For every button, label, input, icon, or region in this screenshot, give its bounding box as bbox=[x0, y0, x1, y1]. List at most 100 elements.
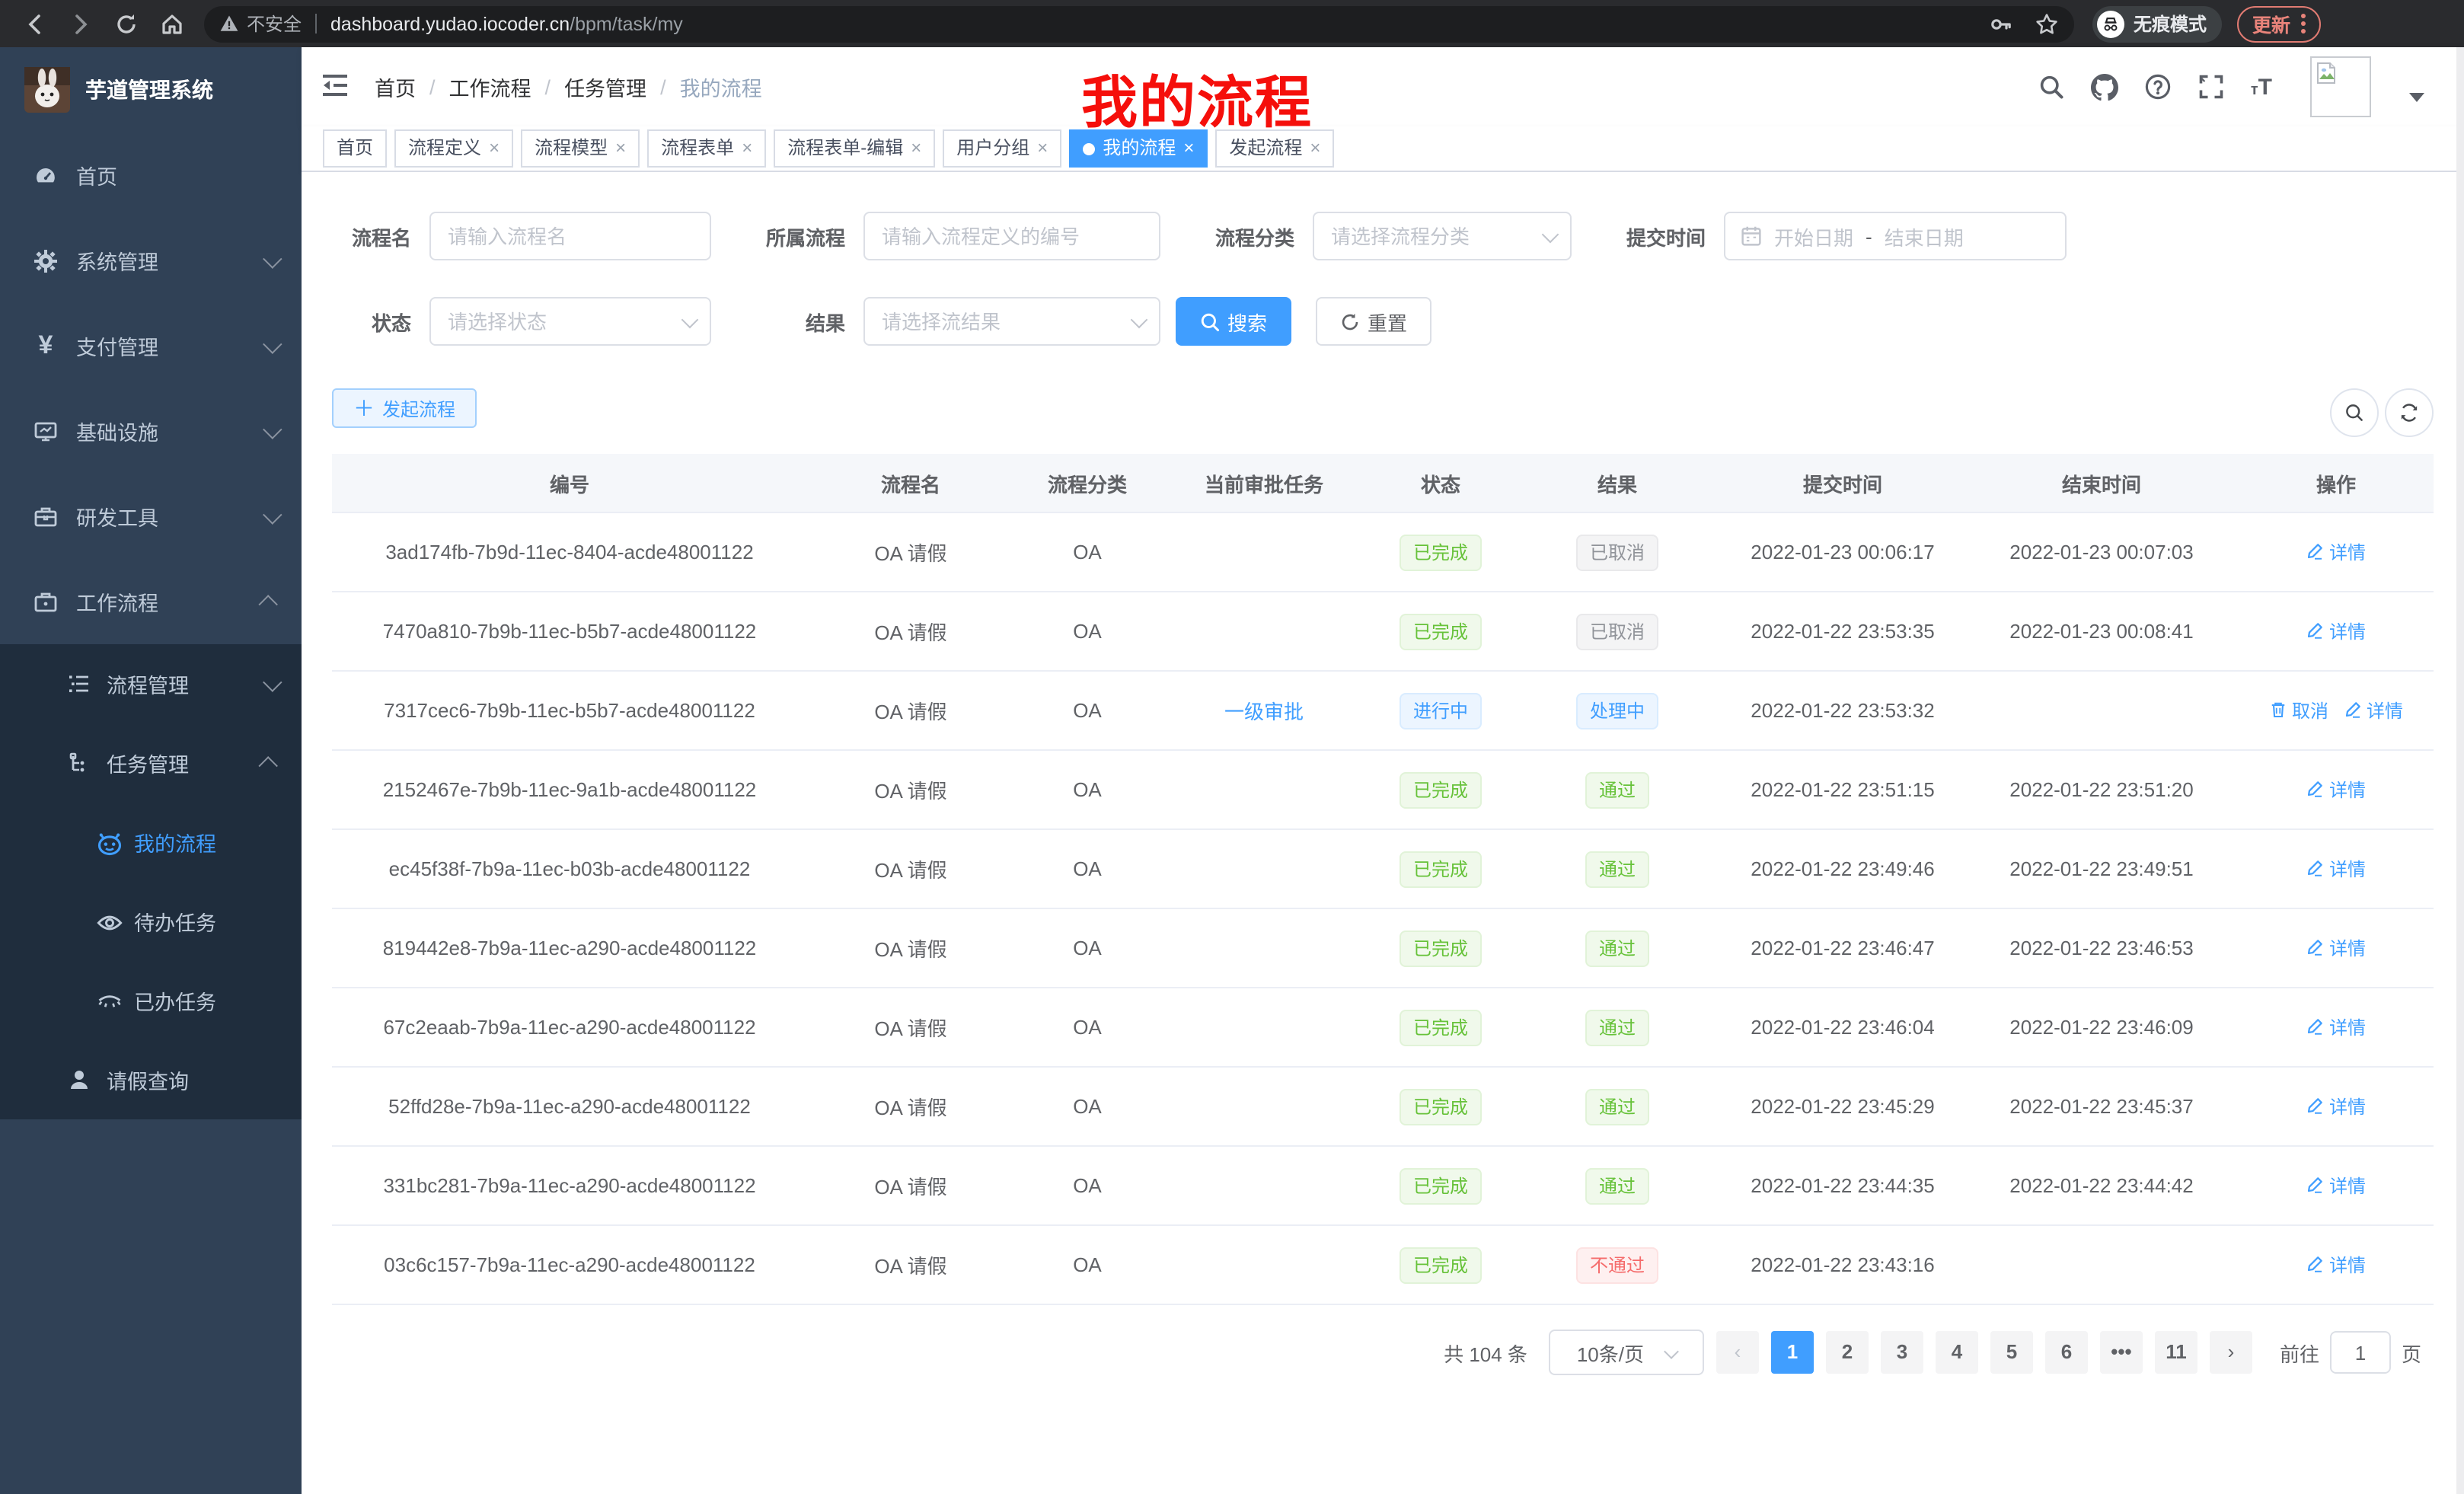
sidebar-item-leave-query[interactable]: 请假查询 bbox=[0, 1040, 302, 1119]
toggle-search-button[interactable] bbox=[2330, 388, 2379, 437]
status-select[interactable] bbox=[429, 297, 711, 346]
avatar[interactable] bbox=[2310, 56, 2371, 117]
detail-link[interactable]: 详情 bbox=[2306, 1252, 2366, 1278]
sidebar-item-infra[interactable]: 基础设施 bbox=[0, 388, 302, 474]
tab-home[interactable]: 首页 bbox=[323, 129, 387, 168]
page-button[interactable]: 6 bbox=[2045, 1331, 2088, 1374]
close-icon[interactable]: × bbox=[1037, 131, 1048, 166]
category-select-input[interactable] bbox=[1313, 212, 1572, 260]
breadcrumb-home[interactable]: 首页 bbox=[375, 72, 416, 102]
sidebar-item-system[interactable]: 系统管理 bbox=[0, 218, 302, 303]
close-icon[interactable]: × bbox=[1310, 131, 1320, 166]
sidebar-item-task-mgmt[interactable]: 任务管理 bbox=[0, 723, 302, 803]
refresh-table-button[interactable] bbox=[2385, 388, 2434, 437]
tab-my-process[interactable]: 我的流程× bbox=[1069, 129, 1208, 168]
font-size-icon[interactable]: тT bbox=[2251, 74, 2272, 100]
cancel-link[interactable]: 取消 bbox=[2269, 698, 2328, 723]
detail-link[interactable]: 详情 bbox=[2306, 1173, 2366, 1199]
tab-process-definition[interactable]: 流程定义× bbox=[394, 129, 513, 168]
browser-forward-icon[interactable] bbox=[58, 0, 104, 47]
search-button[interactable]: 搜索 bbox=[1176, 297, 1291, 346]
current-task-link[interactable]: 一级审批 bbox=[1224, 701, 1304, 723]
sidebar-item-payment[interactable]: ¥ 支付管理 bbox=[0, 303, 302, 388]
detail-link[interactable]: 详情 bbox=[2306, 1014, 2366, 1040]
breadcrumb-task-mgmt[interactable]: 任务管理 bbox=[564, 72, 646, 102]
result-select-input[interactable] bbox=[863, 297, 1160, 346]
close-icon[interactable]: × bbox=[1183, 131, 1194, 166]
tab-process-model[interactable]: 流程模型× bbox=[521, 129, 640, 168]
security-warning[interactable]: 不安全 bbox=[219, 11, 302, 37]
sidebar-item-done-tasks[interactable]: 已办任务 bbox=[0, 961, 302, 1040]
cell-result: 通过 bbox=[1514, 908, 1721, 988]
refresh-icon bbox=[2399, 402, 2420, 423]
process-name-input[interactable] bbox=[429, 212, 711, 260]
browser-back-icon[interactable] bbox=[12, 0, 58, 47]
page-more-button[interactable]: ••• bbox=[2100, 1331, 2143, 1374]
goto-page-input[interactable] bbox=[2330, 1331, 2391, 1374]
reset-button[interactable]: 重置 bbox=[1316, 297, 1431, 346]
security-label: 不安全 bbox=[247, 11, 302, 37]
page-button[interactable]: 2 bbox=[1826, 1331, 1869, 1374]
password-key-icon[interactable] bbox=[1989, 11, 2013, 36]
sidebar-item-home[interactable]: 首页 bbox=[0, 132, 302, 218]
sidebar-item-process-mgmt[interactable]: 流程管理 bbox=[0, 644, 302, 723]
detail-link[interactable]: 详情 bbox=[2306, 618, 2366, 644]
detail-link[interactable]: 详情 bbox=[2306, 777, 2366, 803]
github-icon[interactable] bbox=[2091, 73, 2118, 101]
browser-menu-icon[interactable] bbox=[2301, 14, 2306, 34]
close-icon[interactable]: × bbox=[911, 131, 921, 166]
page-button[interactable]: 4 bbox=[1936, 1331, 1978, 1374]
search-icon[interactable] bbox=[2038, 73, 2065, 101]
tab-process-form[interactable]: 流程表单× bbox=[647, 129, 766, 168]
close-icon[interactable]: × bbox=[615, 131, 626, 166]
address-bar[interactable]: 不安全 dashboard.yudao.iocoder.cn/bpm/task/… bbox=[204, 5, 2074, 42]
app-logo[interactable]: 芋道管理系统 bbox=[0, 47, 302, 132]
browser-reload-icon[interactable] bbox=[104, 0, 149, 47]
page-button[interactable]: 3 bbox=[1881, 1331, 1923, 1374]
prev-page-button[interactable]: ‹ bbox=[1716, 1331, 1759, 1374]
page-scrollbar[interactable] bbox=[2456, 47, 2464, 1494]
cell-submit-time: 2022-01-23 00:06:17 bbox=[1721, 512, 1964, 592]
avatar-dropdown-icon[interactable] bbox=[2409, 93, 2424, 102]
create-process-button[interactable]: ＋ 发起流程 bbox=[332, 388, 477, 428]
dashboard-icon bbox=[34, 163, 58, 187]
page-button[interactable]: 11 bbox=[2155, 1331, 2197, 1374]
fullscreen-icon[interactable] bbox=[2197, 73, 2225, 101]
submit-time-range-picker[interactable]: 开始日期 - 结束日期 bbox=[1724, 212, 2067, 260]
cell-id: ec45f38f-7b9a-11ec-b03b-acde48001122 bbox=[332, 829, 807, 908]
browser-update-menu[interactable]: 更新 bbox=[2237, 5, 2321, 42]
parent-process-input[interactable] bbox=[863, 212, 1160, 260]
sidebar-item-my-process[interactable]: 我的流程 bbox=[0, 803, 302, 882]
sidebar-collapse-icon[interactable] bbox=[320, 70, 353, 104]
sidebar-item-todo-tasks[interactable]: 待办任务 bbox=[0, 882, 302, 961]
close-icon[interactable]: × bbox=[489, 131, 500, 166]
breadcrumb-separator: / bbox=[429, 75, 436, 98]
result-select[interactable] bbox=[863, 297, 1160, 346]
category-select[interactable] bbox=[1313, 212, 1572, 260]
browser-home-icon[interactable] bbox=[149, 0, 195, 47]
page-size-select[interactable]: 10条/页 bbox=[1549, 1330, 1704, 1375]
main-content: 流程名 所属流程 流程分类 提交时间 开始日期 - 结束日期 状态 bbox=[302, 172, 2464, 1494]
detail-link[interactable]: 详情 bbox=[2306, 935, 2366, 961]
page-button[interactable]: 1 bbox=[1771, 1331, 1814, 1374]
sidebar: 芋道管理系统 首页 系统管理 ¥ 支付管理 基础设施 研发工具 工作 bbox=[0, 47, 302, 1494]
tab-start-process[interactable]: 发起流程× bbox=[1215, 129, 1334, 168]
page-button[interactable]: 5 bbox=[1990, 1331, 2033, 1374]
sidebar-item-workflow[interactable]: 工作流程 bbox=[0, 559, 302, 644]
status-select-input[interactable] bbox=[429, 297, 711, 346]
next-page-button[interactable]: › bbox=[2210, 1331, 2252, 1374]
bookmark-star-icon[interactable] bbox=[2035, 11, 2059, 36]
tab-user-group[interactable]: 用户分组× bbox=[943, 129, 1061, 168]
breadcrumb-workflow[interactable]: 工作流程 bbox=[449, 72, 531, 102]
detail-link[interactable]: 详情 bbox=[2306, 1093, 2366, 1119]
col-name: 流程名 bbox=[807, 454, 1014, 512]
help-icon[interactable] bbox=[2144, 73, 2172, 101]
cell-submit-time: 2022-01-22 23:49:46 bbox=[1721, 829, 1964, 908]
tab-process-form-edit[interactable]: 流程表单-编辑× bbox=[774, 129, 935, 168]
close-icon[interactable]: × bbox=[742, 131, 752, 166]
detail-link[interactable]: 详情 bbox=[2344, 698, 2403, 723]
sidebar-item-label: 工作流程 bbox=[76, 586, 158, 617]
detail-link[interactable]: 详情 bbox=[2306, 856, 2366, 882]
sidebar-item-devtools[interactable]: 研发工具 bbox=[0, 474, 302, 559]
detail-link[interactable]: 详情 bbox=[2306, 539, 2366, 565]
